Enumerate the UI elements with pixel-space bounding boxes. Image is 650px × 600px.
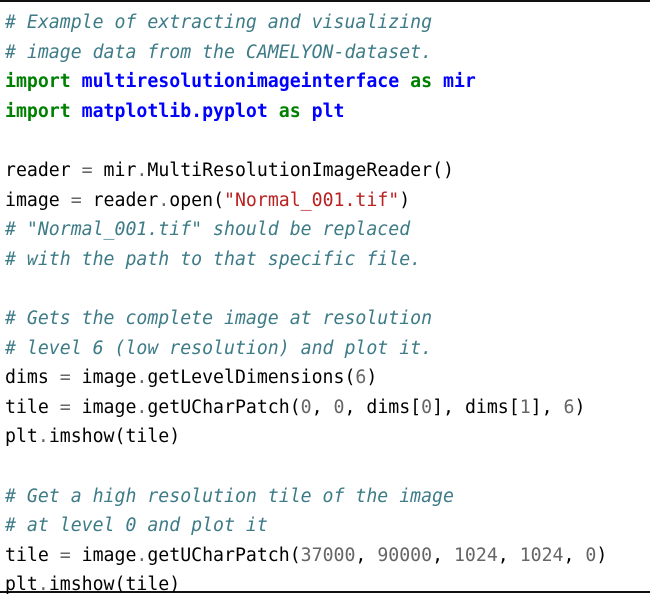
code-token-text: plt — [5, 574, 38, 596]
code-token-text: ) — [399, 189, 411, 211]
code-token-number: 0 — [333, 396, 345, 418]
code-lines-container[interactable]: # Example of extracting and visualizing #… — [0, 8, 650, 600]
code-token-text: image — [70, 544, 137, 566]
code-token-namespace: mir — [443, 71, 476, 93]
code-token-operator: = — [81, 159, 93, 181]
code-line[interactable]: tile = image.getUCharPatch(0, 0, dims[0]… — [5, 393, 650, 423]
code-token-operator: . — [136, 544, 148, 566]
code-token-operator: . — [136, 367, 148, 389]
code-line[interactable]: # "Normal_001.tif" should be replaced — [5, 215, 650, 245]
code-line[interactable]: # level 6 (low resolution) and plot it. — [5, 334, 650, 364]
code-token-text: imshow(tile) — [48, 574, 181, 596]
code-token-text: ], — [530, 396, 564, 418]
code-token-comment: # Gets the complete image at resolution — [5, 307, 433, 329]
code-listing-frame: # Example of extracting and visualizing #… — [0, 0, 650, 595]
code-token-number: 0 — [300, 396, 312, 418]
code-token-text: ) — [574, 396, 586, 418]
code-token-text: tile — [5, 544, 60, 566]
code-line[interactable]: # at level 0 and plot it — [5, 511, 650, 541]
code-line[interactable] — [5, 452, 650, 482]
code-token-operator: = — [59, 544, 71, 566]
code-token-text: getLevelDimensions( — [147, 367, 356, 389]
code-token-operator: . — [136, 159, 148, 181]
code-token-text: tile — [5, 396, 60, 418]
code-token-comment: # with the path to that specific file. — [5, 248, 422, 270]
code-line[interactable]: tile = image.getUCharPatch(37000, 90000,… — [5, 541, 650, 571]
code-token-comment: # Example of extracting and visualizing — [5, 12, 433, 33]
code-token-text: ) — [366, 367, 378, 389]
code-token-text: , dims[ — [344, 396, 422, 418]
code-token-text: getUCharPatch( — [147, 396, 301, 418]
code-token-operator: = — [70, 189, 82, 211]
code-token-number: 6 — [355, 367, 367, 389]
code-line[interactable]: # Get a high resolution tile of the imag… — [5, 482, 650, 512]
code-line[interactable]: import matplotlib.pyplot as plt — [5, 97, 650, 127]
code-token-text: , — [355, 544, 378, 566]
code-token-namespace: multiresolutionimageinterface — [81, 71, 400, 93]
code-line[interactable]: plt.imshow(tile) — [5, 570, 650, 600]
code-token-text: mir — [92, 159, 137, 181]
code-token-text: imshow(tile) — [48, 426, 181, 448]
code-token-text: dims — [5, 367, 60, 389]
code-token-namespace: matplotlib.pyplot — [81, 100, 268, 122]
code-token-text: ) — [596, 544, 608, 566]
code-token-keyword: as — [410, 71, 433, 93]
code-token-namespace: plt — [311, 100, 345, 122]
code-line[interactable]: # image data from the CAMELYON-dataset. — [5, 38, 650, 68]
code-token-comment: # "Normal_001.tif" should be replaced — [5, 219, 411, 241]
code-token-number: 1 — [519, 396, 531, 418]
code-line[interactable]: reader = mir.MultiResolutionImageReader(… — [5, 156, 650, 186]
code-token-comment: # image data from the CAMELYON-dataset. — [5, 41, 433, 63]
code-token-text: getUCharPatch( — [147, 544, 301, 566]
code-token-operator: = — [59, 367, 71, 389]
code-line[interactable]: # Example of extracting and visualizing — [5, 8, 650, 38]
code-token-text: image — [5, 189, 71, 211]
code-token-keyword: import — [5, 71, 71, 93]
code-token-number: 6 — [563, 396, 575, 418]
code-line[interactable]: dims = image.getLevelDimensions(6) — [5, 363, 650, 393]
code-token-comment: # at level 0 and plot it — [5, 515, 268, 537]
code-token-operator: . — [158, 189, 170, 211]
code-token-operator: . — [37, 426, 49, 448]
code-token-text: image — [70, 396, 137, 418]
code-line[interactable]: plt.imshow(tile) — [5, 422, 650, 452]
code-token-text: , — [497, 544, 520, 566]
code-line[interactable]: image = reader.open("Normal_001.tif") — [5, 186, 650, 216]
code-token-comment: # level 6 (low resolution) and plot it. — [5, 337, 433, 359]
code-token-text: MultiResolutionImageReader() — [147, 159, 454, 181]
code-token-operator: . — [136, 396, 148, 418]
code-token-text: image — [70, 367, 137, 389]
code-token-number: 0 — [585, 544, 597, 566]
code-token-string: "Normal_001.tif" — [224, 189, 400, 211]
code-token-text: reader — [81, 189, 159, 211]
code-line[interactable] — [5, 274, 650, 304]
code-token-operator: = — [59, 396, 71, 418]
code-token-operator: . — [37, 574, 49, 596]
code-token-text: reader — [5, 159, 82, 181]
code-token-comment: # Get a high resolution tile of the imag… — [5, 485, 454, 507]
code-token-number: 37000 — [300, 544, 356, 566]
code-token-text: , — [563, 544, 586, 566]
code-token-keyword: import — [5, 100, 71, 122]
code-token-number: 0 — [421, 396, 433, 418]
code-line[interactable]: # with the path to that specific file. — [5, 245, 650, 275]
code-line[interactable]: # Gets the complete image at resolution — [5, 304, 650, 334]
code-token-number: 1024 — [519, 544, 564, 566]
code-token-text: open( — [169, 189, 225, 211]
code-token-text: ], dims[ — [432, 396, 520, 418]
code-line[interactable]: import multiresolutionimageinterface as … — [5, 67, 650, 97]
code-token-number: 1024 — [453, 544, 498, 566]
code-token-keyword: as — [278, 100, 301, 122]
code-token-text: , — [311, 396, 334, 418]
code-token-number: 90000 — [377, 544, 433, 566]
code-token-text: , — [432, 544, 454, 566]
code-line[interactable] — [5, 126, 650, 156]
code-token-text: plt — [5, 426, 38, 448]
